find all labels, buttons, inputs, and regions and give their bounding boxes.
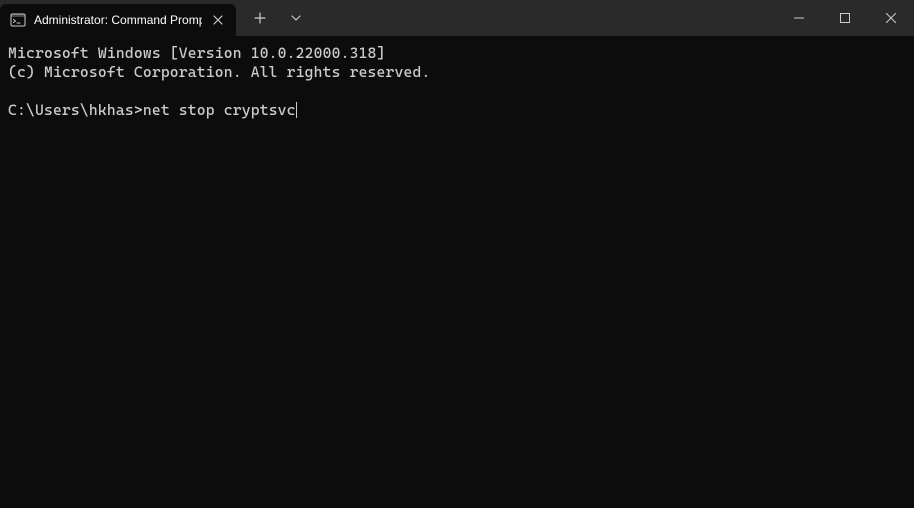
text-cursor bbox=[296, 102, 297, 118]
titlebar: Administrator: Command Promp bbox=[0, 0, 914, 36]
output-line: (c) Microsoft Corporation. All rights re… bbox=[8, 63, 431, 81]
terminal-icon bbox=[10, 12, 26, 28]
maximize-icon bbox=[840, 13, 850, 23]
close-icon bbox=[213, 15, 223, 25]
minimize-icon bbox=[794, 13, 804, 23]
titlebar-drag-area[interactable] bbox=[312, 0, 776, 36]
window-controls bbox=[776, 0, 914, 36]
plus-icon bbox=[254, 12, 266, 24]
tab-close-button[interactable] bbox=[210, 12, 226, 28]
prompt-text: C:\Users\hkhas> bbox=[8, 101, 143, 119]
chevron-down-icon bbox=[290, 12, 302, 24]
output-line: Microsoft Windows [Version 10.0.22000.31… bbox=[8, 44, 386, 62]
command-input[interactable]: net stop cryptsvc bbox=[143, 101, 296, 119]
new-tab-button[interactable] bbox=[244, 4, 276, 32]
maximize-button[interactable] bbox=[822, 0, 868, 36]
tab-dropdown-button[interactable] bbox=[280, 4, 312, 32]
tab-title: Administrator: Command Promp bbox=[34, 13, 202, 27]
tab-actions bbox=[236, 0, 312, 36]
close-icon bbox=[886, 13, 896, 23]
close-window-button[interactable] bbox=[868, 0, 914, 36]
minimize-button[interactable] bbox=[776, 0, 822, 36]
tab-active[interactable]: Administrator: Command Promp bbox=[0, 4, 236, 36]
terminal-output[interactable]: Microsoft Windows [Version 10.0.22000.31… bbox=[0, 36, 914, 128]
